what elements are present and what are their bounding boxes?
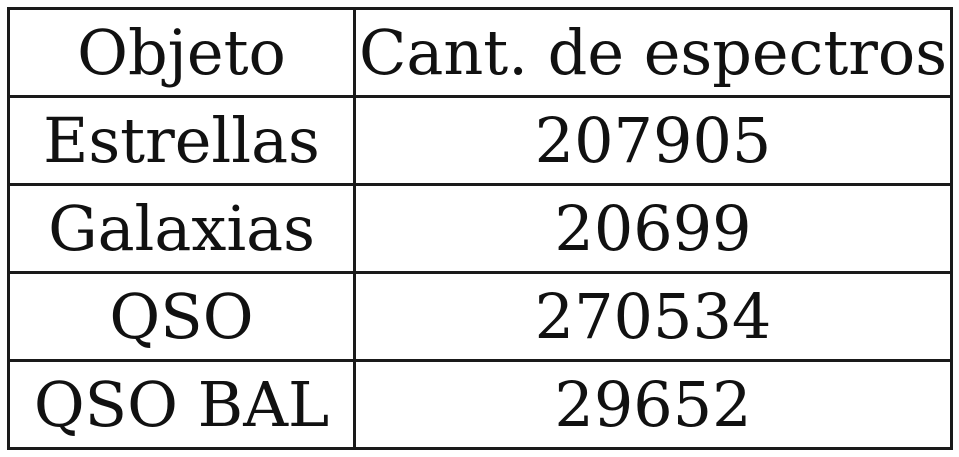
table-row: Estrellas 207905 xyxy=(7,95,953,186)
cell-objeto: QSO xyxy=(7,271,356,362)
table-row: QSO 270534 xyxy=(7,271,953,362)
cell-cant: 20699 xyxy=(353,183,953,274)
cell-cant: 270534 xyxy=(353,271,953,362)
cell-cant: 207905 xyxy=(353,95,953,186)
table-header-row: Objeto Cant. de espectros xyxy=(7,7,953,98)
cell-objeto: Estrellas xyxy=(7,95,356,186)
spectra-table-container: Objeto Cant. de espectros Estrellas 2079… xyxy=(7,7,953,450)
spectra-table: Objeto Cant. de espectros Estrellas 2079… xyxy=(7,7,953,450)
cell-objeto: QSO BAL xyxy=(7,359,356,450)
table-row: QSO BAL 29652 xyxy=(7,359,953,450)
table-row: Galaxias 20699 xyxy=(7,183,953,274)
header-objeto: Objeto xyxy=(7,7,356,98)
header-cant-espectros: Cant. de espectros xyxy=(353,7,953,98)
cell-objeto: Galaxias xyxy=(7,183,356,274)
cell-cant: 29652 xyxy=(353,359,953,450)
